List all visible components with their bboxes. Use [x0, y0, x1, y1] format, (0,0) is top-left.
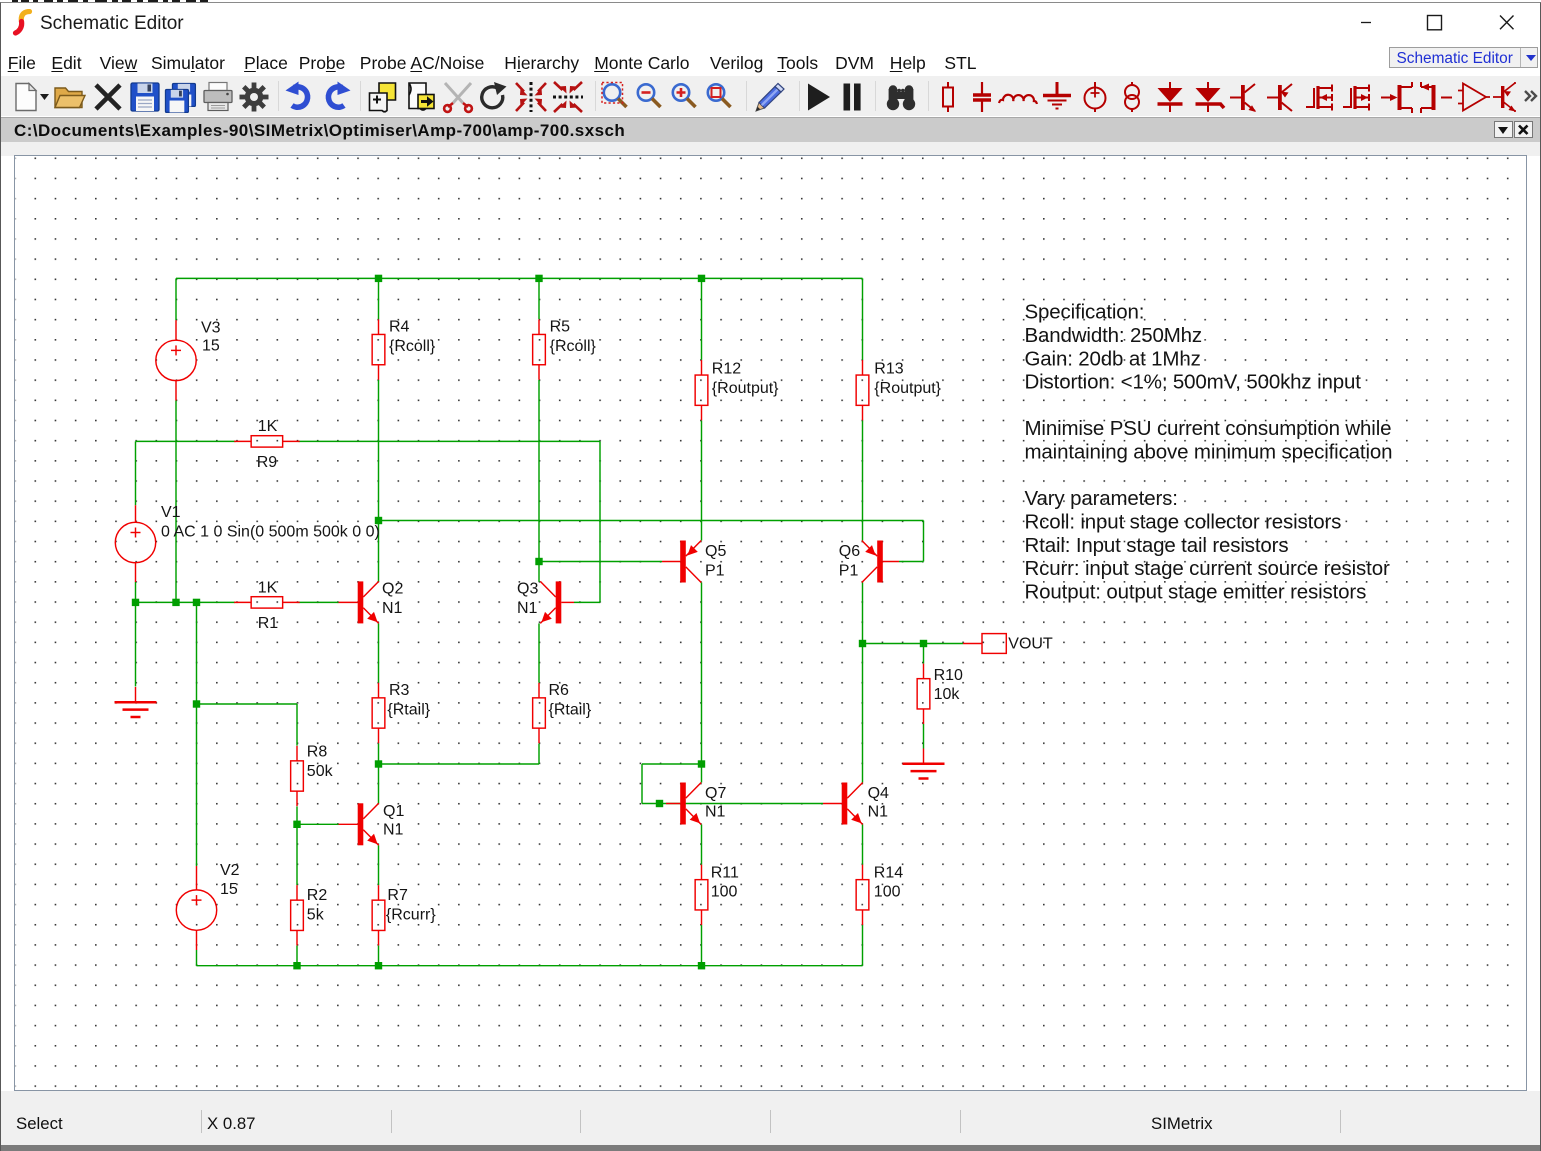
svg-text:10k: 10k: [934, 686, 961, 703]
svg-text:Routput: output stage emitter: Routput: output stage emitter resistors: [1025, 581, 1367, 604]
svg-text:N1: N1: [705, 804, 726, 821]
svg-text:Bandwidth: 250Mhz: Bandwidth: 250Mhz: [1025, 324, 1203, 347]
svg-text:VOUT: VOUT: [1008, 636, 1053, 653]
svg-text:R6: R6: [549, 682, 570, 699]
svg-text:Gain: 20db at 1Mhz: Gain: 20db at 1Mhz: [1025, 347, 1201, 370]
svg-text:V2: V2: [220, 862, 240, 879]
svg-text:R11: R11: [711, 865, 739, 882]
svg-text:R10: R10: [934, 667, 963, 684]
svg-text:{Rtail}: {Rtail}: [387, 702, 430, 719]
svg-text:1K: 1K: [258, 418, 278, 435]
svg-text:R13: R13: [874, 360, 903, 377]
svg-text:{Rcurr}: {Rcurr}: [386, 907, 436, 924]
svg-text:Q7: Q7: [705, 785, 726, 802]
svg-text:V3: V3: [201, 320, 221, 337]
svg-text:Specification:: Specification:: [1025, 301, 1145, 324]
svg-text:Q3: Q3: [517, 581, 538, 598]
svg-text:Q1: Q1: [383, 803, 404, 820]
svg-text:15: 15: [202, 338, 220, 355]
svg-text:Q2: Q2: [382, 581, 403, 598]
svg-text:R8: R8: [307, 744, 328, 761]
svg-text:R2: R2: [307, 887, 328, 904]
svg-text:R14: R14: [874, 865, 903, 882]
svg-text:N1: N1: [868, 804, 889, 821]
svg-text:Rcurr: input stage current sou: Rcurr: input stage current source resist…: [1025, 557, 1390, 580]
svg-text:{Rcoll}: {Rcoll}: [550, 338, 597, 355]
svg-text:Q5: Q5: [705, 543, 726, 560]
svg-text:P1: P1: [705, 563, 725, 580]
svg-text:R5: R5: [550, 318, 571, 335]
svg-text:{Rtail}: {Rtail}: [549, 702, 592, 719]
svg-text:V1: V1: [161, 504, 181, 521]
svg-text:{Routput}: {Routput}: [712, 380, 779, 397]
svg-text:5k: 5k: [307, 907, 325, 924]
svg-text:0 AC 1 0 Sin(0 500m 500k 0 0): 0 AC 1 0 Sin(0 500m 500k 0 0): [161, 524, 380, 541]
svg-text:R1: R1: [258, 615, 279, 632]
svg-text:Minimise PSU current consumpti: Minimise PSU current consumption while: [1025, 417, 1392, 440]
svg-text:{Routput}: {Routput}: [874, 380, 941, 397]
svg-text:50k: 50k: [307, 763, 334, 780]
svg-text:15: 15: [220, 881, 238, 898]
svg-text:Distortion: <1%; 500mV, 500khz: Distortion: <1%; 500mV, 500khz input: [1025, 371, 1362, 394]
svg-text:Rtail: Input stage tail resist: Rtail: Input stage tail resistors: [1025, 534, 1289, 557]
svg-text:R12: R12: [712, 360, 741, 377]
svg-text:Rcoll: input stage collector r: Rcoll: input stage collector resistors: [1025, 511, 1342, 534]
svg-text:1K: 1K: [258, 579, 278, 596]
svg-text:100: 100: [711, 884, 738, 901]
svg-text:100: 100: [874, 884, 901, 901]
svg-text:maintaining above minimum spec: maintaining above minimum specification: [1025, 441, 1393, 464]
svg-text:R4: R4: [389, 318, 410, 335]
svg-text:{Rcoll}: {Rcoll}: [389, 338, 436, 355]
svg-text:N1: N1: [517, 600, 538, 617]
svg-text:N1: N1: [383, 822, 404, 839]
svg-text:N1: N1: [382, 600, 403, 617]
svg-text:R7: R7: [387, 887, 408, 904]
svg-text:Vary parameters:: Vary parameters:: [1025, 487, 1178, 510]
svg-text:Q6: Q6: [839, 543, 860, 560]
svg-text:P1: P1: [839, 563, 859, 580]
svg-text:R9: R9: [257, 454, 278, 471]
svg-text:Q4: Q4: [868, 785, 889, 802]
svg-text:R3: R3: [389, 682, 410, 699]
